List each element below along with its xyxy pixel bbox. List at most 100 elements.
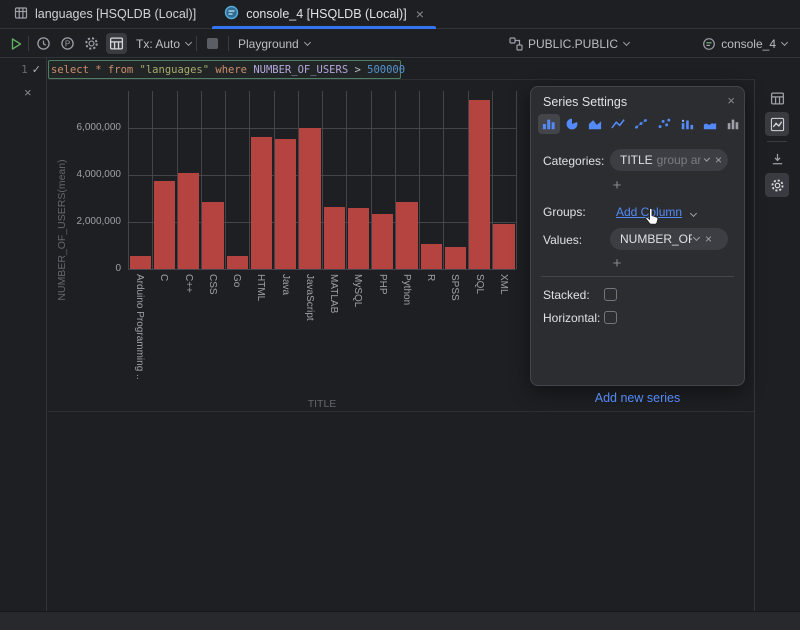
- chart-type-scatter-line-icon[interactable]: [630, 114, 652, 134]
- chart-view-icon[interactable]: [765, 112, 789, 136]
- chart-type-stream-icon[interactable]: [699, 114, 721, 134]
- bar-Java[interactable]: [275, 139, 296, 270]
- y-tick-label: 2,000,000: [77, 216, 122, 227]
- console-toolbar: P Tx: Auto Playground PUBLIC.PUBLIC con: [0, 29, 800, 58]
- x-tick-label: SPSS: [449, 274, 460, 301]
- groups-label: Groups:: [543, 205, 586, 219]
- bar-MATLAB[interactable]: [324, 207, 345, 269]
- remove-icon[interactable]: ×: [715, 153, 722, 167]
- gridline-vertical: [419, 91, 420, 269]
- bar-Python[interactable]: [396, 202, 417, 269]
- statement-executed-check-icon: ✓: [32, 63, 41, 76]
- gridline-horizontal: [128, 128, 516, 129]
- add-values-column-button[interactable]: +: [607, 255, 627, 272]
- stacked-checkbox[interactable]: [604, 288, 617, 301]
- pill-column-name: NUMBER_OF_USE: [620, 232, 692, 246]
- stop-button[interactable]: [206, 29, 219, 58]
- x-axis-ticks: Arduino Programming ..CC++CSSGoHTMLJavaJ…: [128, 274, 516, 404]
- chart-type-bar-line-icon[interactable]: [676, 114, 698, 134]
- parameters-icon[interactable]: P: [60, 29, 75, 58]
- svg-text:P: P: [65, 39, 70, 48]
- toolbar-separator: [28, 36, 29, 51]
- table-view-icon[interactable]: [765, 86, 789, 110]
- toolbar-separator: [228, 36, 229, 51]
- chevron-down-icon: [304, 38, 311, 45]
- playground-dropdown[interactable]: Playground: [238, 29, 310, 58]
- bar-PHP[interactable]: [372, 214, 393, 269]
- sql-token: "languages": [140, 64, 216, 76]
- bar-Go[interactable]: [227, 256, 248, 269]
- remove-icon[interactable]: ×: [705, 232, 712, 246]
- editor-gutter: 1 ✓ ×: [0, 58, 47, 611]
- sql-token: >: [354, 64, 367, 76]
- chart-plot[interactable]: [128, 91, 516, 269]
- x-tick-label: Java: [280, 274, 291, 295]
- in-editor-results-toggle[interactable]: [106, 33, 127, 54]
- editor-tab-bar: languages [HSQLDB (Local)] console_4 [HS…: [0, 0, 800, 29]
- gridline-vertical: [128, 91, 129, 269]
- chart-type-column-icon[interactable]: [722, 114, 744, 134]
- sql-token: 500000: [367, 64, 405, 76]
- gridline-vertical: [443, 91, 444, 269]
- session-label: console_4: [721, 37, 776, 51]
- chart-settings-gear-icon[interactable]: [765, 173, 789, 197]
- gridline-vertical: [225, 91, 226, 269]
- chart-type-scatter-icon[interactable]: [653, 114, 675, 134]
- close-icon[interactable]: ×: [416, 7, 424, 21]
- x-tick-label: Go: [231, 274, 242, 287]
- popup-divider: [541, 276, 734, 277]
- sql-query-line[interactable]: select * from "languages" where NUMBER_O…: [48, 60, 401, 79]
- values-column-pill[interactable]: NUMBER_OF_USE ×: [610, 228, 728, 250]
- x-tick-label: MATLAB: [328, 274, 339, 313]
- tab-label: console_4 [HSQLDB (Local)]: [246, 7, 407, 21]
- bar-SPSS[interactable]: [445, 247, 466, 269]
- x-tick-label: XML: [498, 274, 509, 295]
- history-icon[interactable]: [36, 29, 51, 58]
- schema-switcher[interactable]: PUBLIC.PUBLIC: [509, 29, 629, 58]
- bar-CSS[interactable]: [202, 202, 223, 269]
- add-new-series-link[interactable]: Add new series: [530, 391, 745, 405]
- y-tick-label: 6,000,000: [77, 122, 122, 133]
- tx-mode-dropdown[interactable]: Tx: Auto: [136, 29, 191, 58]
- bar-Arduino Programming ..[interactable]: [130, 256, 151, 269]
- close-icon[interactable]: ×: [727, 93, 735, 108]
- tab-console-4[interactable]: console_4 [HSQLDB (Local)] ×: [210, 0, 438, 28]
- bar-C++[interactable]: [178, 173, 199, 269]
- y-tick-label: 4,000,000: [77, 169, 122, 180]
- bar-XML[interactable]: [493, 224, 514, 269]
- chart-type-pie-icon[interactable]: [561, 114, 583, 134]
- bar-HTML[interactable]: [251, 137, 272, 269]
- sql-token: from: [108, 64, 140, 76]
- export-download-icon[interactable]: [765, 147, 789, 171]
- line-number: 1: [21, 63, 28, 76]
- chart-type-line-icon[interactable]: [607, 114, 629, 134]
- chart-type-bar-icon[interactable]: [538, 114, 560, 134]
- x-tick-label: JavaScript: [304, 274, 315, 321]
- x-axis-title: TITLE: [128, 398, 516, 410]
- categories-column-pill[interactable]: TITLE group and s ×: [610, 149, 728, 171]
- x-tick-label: MySQL: [352, 274, 363, 307]
- sql-token: select: [51, 64, 95, 76]
- bar-SQL[interactable]: [469, 100, 490, 269]
- tx-mode-label: Tx: Auto: [136, 37, 180, 51]
- settings-gear-icon[interactable]: [84, 29, 99, 58]
- add-categories-column-button[interactable]: +: [607, 177, 627, 194]
- chart-type-area-icon[interactable]: [584, 114, 606, 134]
- chevron-down-icon: [623, 38, 630, 45]
- bar-R[interactable]: [421, 244, 442, 269]
- inlay-close-icon[interactable]: ×: [24, 85, 32, 100]
- application-window: languages [HSQLDB (Local)] console_4 [HS…: [0, 0, 800, 630]
- x-tick-label: Arduino Programming ..: [134, 274, 145, 380]
- x-tick-label: SQL: [474, 274, 485, 294]
- bar-C[interactable]: [154, 181, 175, 269]
- x-tick-label: HTML: [255, 274, 266, 301]
- tab-languages[interactable]: languages [HSQLDB (Local)]: [0, 0, 210, 28]
- run-button[interactable]: [8, 29, 24, 58]
- session-switcher[interactable]: console_4: [702, 29, 787, 58]
- bar-MySQL[interactable]: [348, 208, 369, 269]
- series-settings-popup: Series Settings ×: [530, 86, 745, 386]
- horizontal-checkbox[interactable]: [604, 311, 617, 324]
- bar-JavaScript[interactable]: [299, 128, 320, 269]
- tab-label: languages [HSQLDB (Local)]: [35, 7, 196, 21]
- console-icon: [224, 5, 239, 23]
